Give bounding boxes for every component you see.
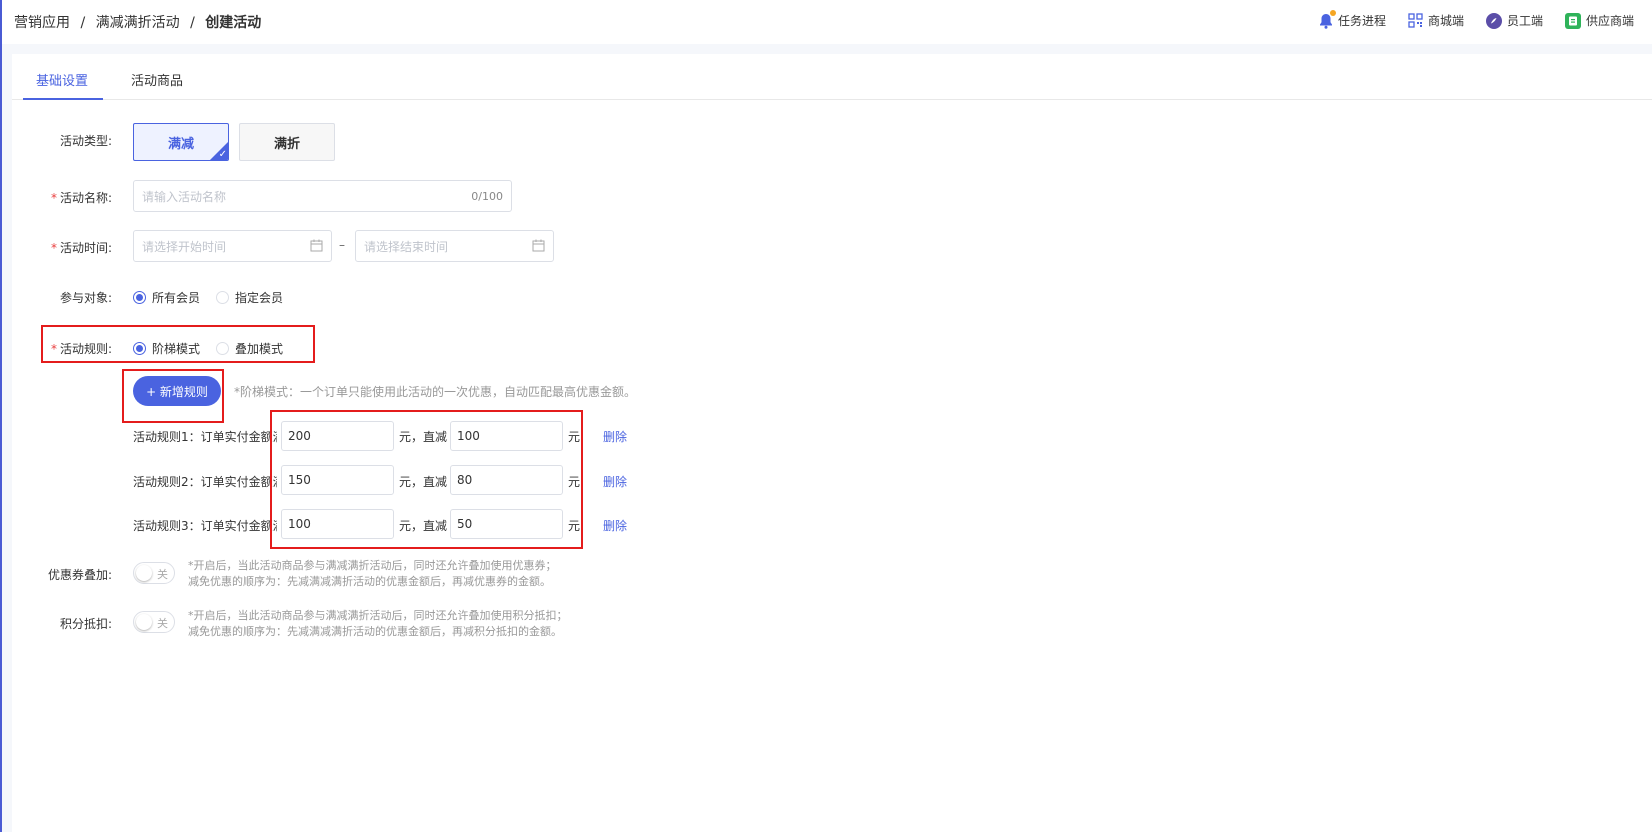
type-option-full-discount[interactable]: 满折 xyxy=(239,123,335,161)
radio-label: 叠加模式 xyxy=(235,342,284,356)
radio-all-members[interactable]: 所有会员 xyxy=(133,289,200,306)
add-rule-button[interactable]: + 新增规则 xyxy=(133,376,221,406)
top-bar: 营销应用 / 满减满折活动 / 创建活动 任务进程 商城端 员工端 供应商端 xyxy=(2,0,1652,44)
start-time-input[interactable]: 请选择开始时间 xyxy=(133,230,332,262)
radio-stacked-mode[interactable]: 叠加模式 xyxy=(216,340,283,357)
toggle-knob xyxy=(136,614,152,630)
supplier-end-button[interactable]: 供应商端 xyxy=(1564,12,1634,29)
tiered-mode-hint: *阶梯模式：一个订单只能使用此活动的一次优惠，自动匹配最高优惠金额。 xyxy=(234,385,637,399)
mall-end-label: 商城端 xyxy=(1427,14,1464,28)
left-accent-bar xyxy=(0,0,2,832)
end-time-input[interactable]: 请选择结束时间 xyxy=(355,230,554,262)
participants-label: 参与对象: xyxy=(59,291,112,305)
top-actions: 任务进程 商城端 员工端 供应商端 xyxy=(1319,9,1634,29)
delete-rule-link[interactable]: 删除 xyxy=(603,428,627,445)
note-line: 减免优惠的顺序为：先减满减满折活动的优惠金额后，再减积分抵扣的金额。 xyxy=(188,625,562,638)
rule-mode-label: * 活动规则: xyxy=(50,342,112,356)
staff-end-button[interactable]: 员工端 xyxy=(1485,12,1543,29)
type-option-full-reduce[interactable]: 满减 ✓ xyxy=(133,123,229,161)
activity-time-label: * 活动时间: xyxy=(50,241,112,255)
task-progress-button[interactable]: 任务进程 xyxy=(1319,9,1386,29)
note-line: *开启后，当此活动商品参与满减满折活动后，同时还允许叠加使用优惠券； xyxy=(188,559,557,572)
threshold-input[interactable]: 150 xyxy=(281,465,394,495)
unit-label: 元，直减 xyxy=(399,430,448,444)
type-option-label: 满减 xyxy=(167,136,194,152)
breadcrumb-item-marketing[interactable]: 营销应用 xyxy=(14,15,70,31)
tab-bar: 基础设置 活动商品 xyxy=(12,54,1652,100)
radio-label: 所有会员 xyxy=(152,291,201,305)
unit-label: 元 xyxy=(568,430,581,444)
threshold-input[interactable]: 200 xyxy=(281,421,394,451)
coupon-stack-toggle[interactable]: 关 xyxy=(133,562,175,584)
unit-label: 元 xyxy=(568,475,581,489)
discount-input[interactable]: 50 xyxy=(450,509,563,539)
task-progress-label: 任务进程 xyxy=(1337,14,1386,28)
radio-circle xyxy=(216,291,229,304)
coupon-stack-label: 优惠券叠加: xyxy=(47,568,112,582)
activity-name-input[interactable]: 请输入活动名称 0/100 xyxy=(133,180,512,212)
breadcrumb-item-create: 创建活动 xyxy=(205,15,262,31)
radio-specified-members[interactable]: 指定会员 xyxy=(216,289,283,306)
radio-circle xyxy=(133,342,146,355)
unit-label: 元，直减 xyxy=(399,475,448,489)
tab-active-indicator xyxy=(23,98,103,100)
mall-end-button[interactable]: 商城端 xyxy=(1408,12,1464,29)
tab-activity-products[interactable]: 活动商品 xyxy=(131,70,183,89)
coupon-stack-note: *开启后，当此活动商品参与满减满折活动后，同时还允许叠加使用优惠券； 减免优惠的… xyxy=(188,558,557,590)
discount-input[interactable]: 80 xyxy=(450,465,563,495)
toggle-state-label: 关 xyxy=(157,617,168,630)
discount-input[interactable]: 100 xyxy=(450,421,563,451)
delete-rule-link[interactable]: 删除 xyxy=(603,517,627,534)
radio-circle xyxy=(133,291,146,304)
points-deduct-label: 积分抵扣: xyxy=(59,617,112,631)
supplier-icon xyxy=(1564,12,1581,29)
type-option-label: 满折 xyxy=(273,136,300,152)
delete-rule-link[interactable]: 删除 xyxy=(603,473,627,490)
radio-circle xyxy=(216,342,229,355)
radio-label: 指定会员 xyxy=(235,291,284,305)
activity-name-placeholder: 请输入活动名称 xyxy=(142,189,227,204)
breadcrumb-separator: / xyxy=(80,15,86,31)
toggle-knob xyxy=(136,565,152,581)
threshold-input[interactable]: 100 xyxy=(281,509,394,539)
toggle-state-label: 关 xyxy=(157,568,168,581)
char-counter: 0/100 xyxy=(471,189,503,203)
calendar-icon xyxy=(310,239,323,255)
staff-icon xyxy=(1485,12,1502,29)
tab-basic-settings[interactable]: 基础设置 xyxy=(36,70,88,89)
points-deduct-note: *开启后，当此活动商品参与满减满折活动后，同时还允许叠加使用积分抵扣； 减免优惠… xyxy=(188,608,568,640)
time-range-separator: – xyxy=(339,238,345,252)
rule-label: 活动规则2：订单实付金额满 xyxy=(133,475,277,489)
start-time-placeholder: 请选择开始时间 xyxy=(142,239,227,254)
breadcrumb-separator: / xyxy=(190,15,195,31)
supplier-end-label: 供应商端 xyxy=(1585,14,1634,28)
points-deduct-toggle[interactable]: 关 xyxy=(133,611,175,633)
rule-label: 活动规则3：订单实付金额满 xyxy=(133,519,277,533)
activity-type-label: 活动类型: xyxy=(59,134,112,148)
note-line: *开启后，当此活动商品参与满减满折活动后，同时还允许叠加使用积分抵扣； xyxy=(188,609,568,622)
unit-label: 元 xyxy=(568,519,581,533)
check-icon: ✓ xyxy=(218,149,227,160)
main-panel: 基础设置 活动商品 活动类型: 满减 ✓ 满折 * 活动名称: 请输入活动名称 0… xyxy=(12,54,1652,832)
bell-icon xyxy=(1319,9,1336,29)
radio-tiered-mode[interactable]: 阶梯模式 xyxy=(133,340,200,357)
breadcrumb: 营销应用 / 满减满折活动 / 创建活动 xyxy=(14,12,261,32)
staff-end-label: 员工端 xyxy=(1506,14,1543,28)
rule-label: 活动规则1：订单实付金额满 xyxy=(133,430,277,444)
radio-label: 阶梯模式 xyxy=(152,342,201,356)
end-time-placeholder: 请选择结束时间 xyxy=(364,239,449,254)
breadcrumb-item-fullreduce[interactable]: 满减满折活动 xyxy=(96,15,180,31)
activity-name-label: * 活动名称: xyxy=(50,191,112,205)
note-line: 减免优惠的顺序为：先减满减满折活动的优惠金额后，再减优惠券的金额。 xyxy=(188,575,551,588)
unit-label: 元，直减 xyxy=(399,519,448,533)
calendar-icon xyxy=(532,239,545,255)
qrcode-icon xyxy=(1408,13,1423,28)
